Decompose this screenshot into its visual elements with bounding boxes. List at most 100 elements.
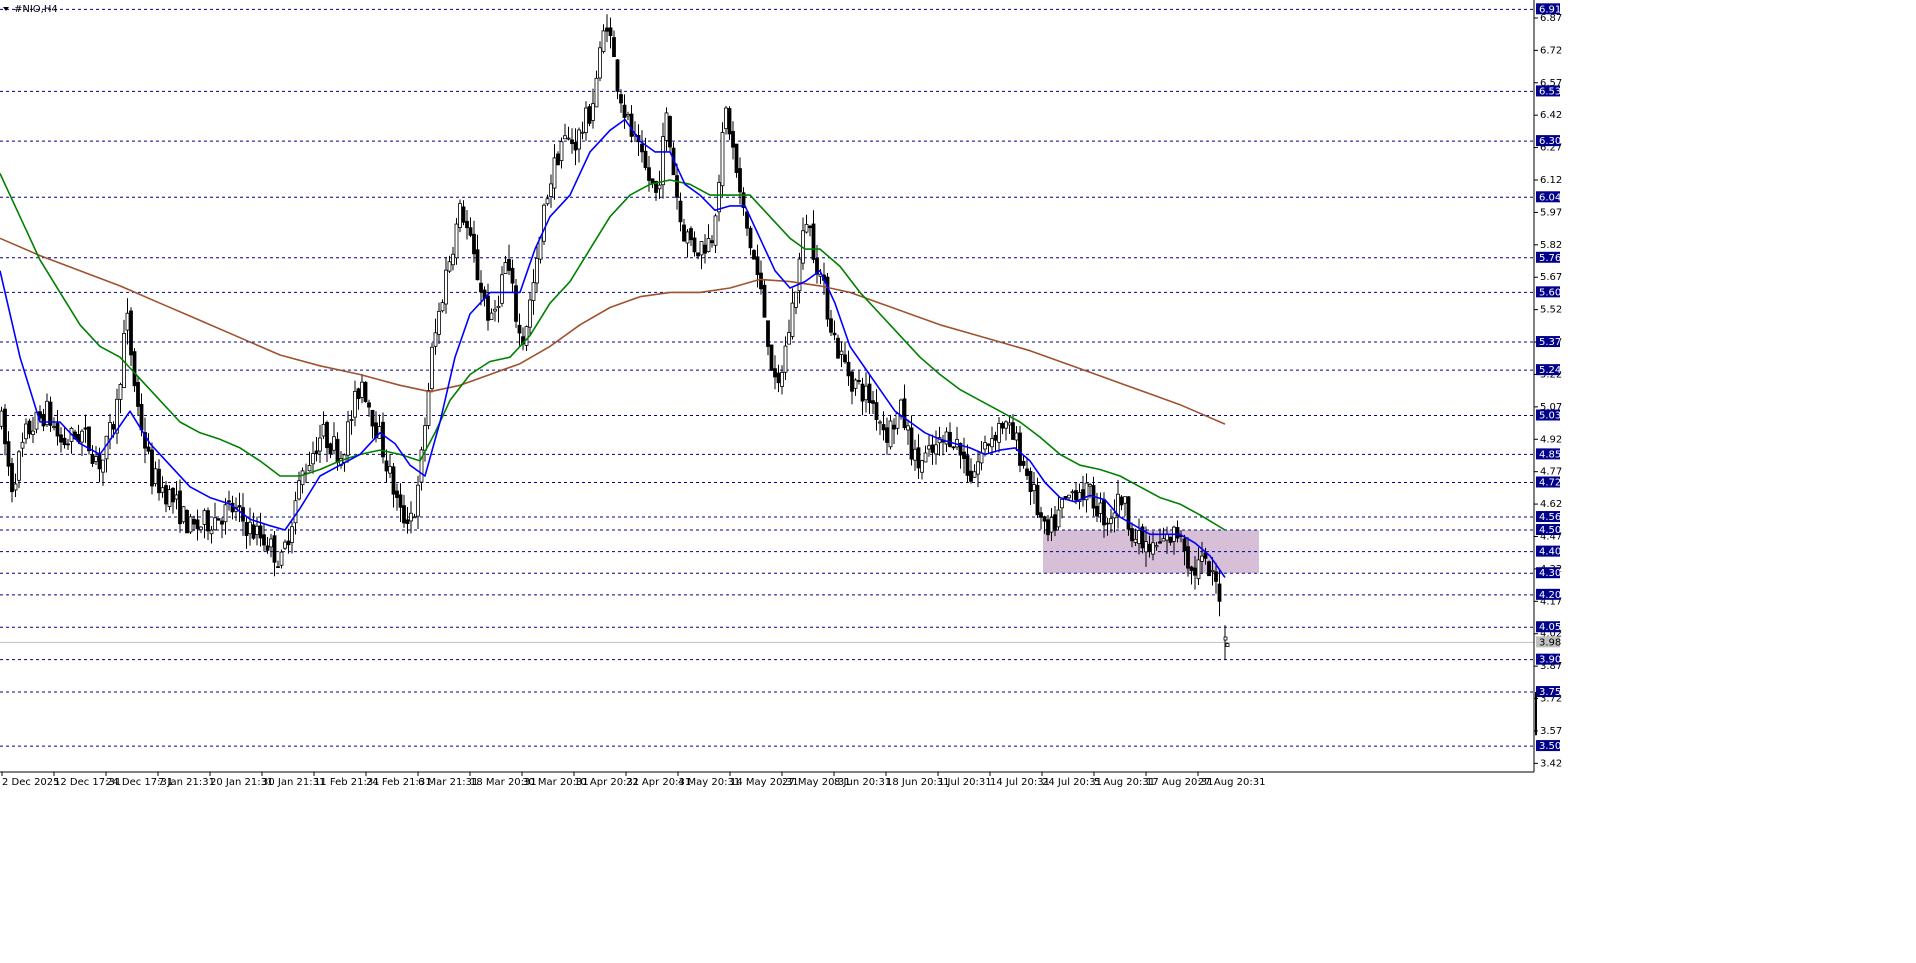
level-label: 5.76 bbox=[1539, 253, 1561, 264]
candle-body bbox=[839, 350, 844, 355]
candle-body bbox=[1025, 468, 1029, 476]
candle-body bbox=[31, 430, 35, 435]
price-tick-label: 4.92 bbox=[1540, 434, 1562, 445]
candle-body bbox=[1161, 538, 1166, 542]
candle-body bbox=[972, 471, 977, 478]
candle-body bbox=[346, 421, 350, 456]
candle-body bbox=[790, 302, 795, 337]
candle-body bbox=[335, 438, 340, 463]
candle-body bbox=[412, 516, 417, 519]
candle-body bbox=[437, 310, 441, 335]
candle-body bbox=[1095, 505, 1099, 517]
candle-body bbox=[451, 253, 455, 266]
candle-body bbox=[444, 269, 448, 305]
candle-body bbox=[531, 282, 536, 302]
price-tick-label: 4.62 bbox=[1540, 499, 1562, 510]
time-tick-label: 27 Aug 20:31 bbox=[1198, 777, 1265, 788]
candle-body bbox=[171, 487, 175, 503]
candle-body bbox=[902, 398, 907, 429]
candle-body bbox=[976, 461, 980, 475]
candle-body bbox=[188, 516, 193, 533]
level-label: 5.60 bbox=[1539, 287, 1561, 298]
candle-body bbox=[311, 453, 315, 465]
level-label: 4.85 bbox=[1539, 449, 1561, 460]
level-label: 5.24 bbox=[1539, 365, 1561, 376]
candle-body bbox=[367, 402, 371, 408]
candle-body bbox=[573, 142, 578, 151]
candle-body bbox=[951, 446, 956, 449]
candle-body bbox=[433, 332, 438, 347]
candle-body bbox=[731, 131, 735, 148]
candle-body bbox=[101, 459, 105, 473]
price-chart[interactable]: 6.876.726.576.426.276.125.975.825.675.52… bbox=[0, 0, 1916, 963]
price-tick-label: 6.12 bbox=[1540, 175, 1562, 186]
candle-body bbox=[493, 308, 497, 312]
candle-body bbox=[1137, 530, 1141, 545]
candle-body bbox=[286, 540, 291, 546]
level-label: 4.50 bbox=[1539, 525, 1561, 536]
candle-body bbox=[720, 132, 725, 187]
candle-body bbox=[409, 512, 413, 522]
level-label: 4.20 bbox=[1539, 590, 1561, 601]
candle-body bbox=[440, 302, 445, 312]
candle-body bbox=[619, 94, 623, 104]
candle-body bbox=[598, 47, 602, 79]
candle-body bbox=[349, 419, 354, 421]
candle-body bbox=[787, 332, 791, 345]
candle-body bbox=[244, 521, 249, 536]
candle-body bbox=[776, 372, 781, 384]
candle-body bbox=[1067, 494, 1071, 499]
candle-body bbox=[1112, 512, 1117, 519]
candle-body bbox=[181, 506, 186, 523]
candle-body bbox=[906, 425, 910, 431]
candle-body bbox=[300, 470, 305, 486]
candle-body bbox=[94, 456, 98, 462]
candle-body bbox=[829, 318, 833, 333]
candle-body bbox=[934, 444, 938, 455]
candle-body bbox=[657, 184, 662, 190]
candle-body bbox=[608, 27, 613, 37]
volume-bar bbox=[1535, 692, 1537, 736]
candle-body bbox=[356, 388, 361, 400]
candle-body bbox=[899, 399, 903, 417]
time-tick-label: 8 Jun 20:31 bbox=[834, 777, 891, 788]
candle-body bbox=[1210, 569, 1215, 572]
level-label: 3.90 bbox=[1539, 655, 1561, 666]
candle-body bbox=[612, 37, 616, 58]
candle-body bbox=[916, 447, 921, 469]
candle-body bbox=[699, 241, 704, 256]
candle-body bbox=[692, 237, 697, 253]
candle-body bbox=[1193, 567, 1197, 576]
candle-body bbox=[1028, 470, 1033, 493]
level-label: 6.04 bbox=[1539, 192, 1561, 203]
candle-body bbox=[447, 261, 452, 272]
candle-body bbox=[675, 175, 679, 198]
candle-body bbox=[297, 480, 301, 500]
candle-body bbox=[6, 441, 11, 467]
candle-body bbox=[1070, 491, 1075, 494]
candle-body bbox=[192, 519, 196, 525]
candle-body bbox=[1039, 512, 1043, 518]
candle-body bbox=[402, 505, 406, 524]
candle-body bbox=[307, 465, 312, 472]
price-tick-label: 5.97 bbox=[1540, 207, 1562, 218]
candle-body bbox=[643, 150, 648, 168]
candle-body bbox=[1175, 527, 1180, 539]
candle-body bbox=[962, 451, 966, 460]
candle-body bbox=[108, 422, 112, 440]
candle-body bbox=[1018, 432, 1022, 466]
candle-body bbox=[1007, 422, 1012, 426]
candle-body bbox=[1207, 561, 1211, 577]
candle-body bbox=[318, 437, 322, 452]
candle-body bbox=[237, 505, 242, 508]
candle-body bbox=[584, 107, 588, 133]
candle-body bbox=[10, 463, 14, 493]
candle-body bbox=[139, 403, 144, 431]
candle-body bbox=[111, 424, 116, 430]
candle-body bbox=[1214, 571, 1218, 582]
candle-body bbox=[276, 566, 280, 569]
candle-body bbox=[1074, 490, 1078, 501]
candle-body bbox=[416, 484, 420, 517]
candle-body bbox=[314, 450, 319, 455]
candle-body bbox=[587, 106, 592, 124]
